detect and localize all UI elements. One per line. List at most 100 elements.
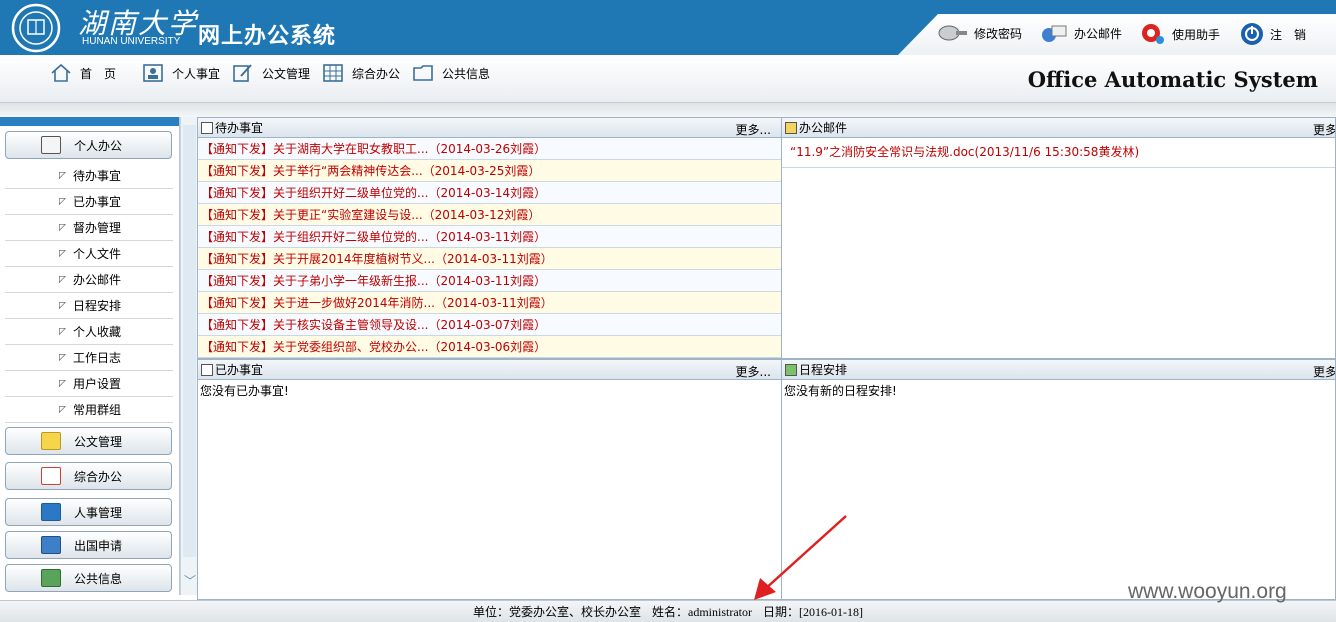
mail-icon	[1042, 25, 1067, 42]
checklist-icon	[41, 467, 61, 485]
university-seal-icon	[11, 3, 61, 53]
todo-row[interactable]: 【通知下发】关于进一步做好2014年消防...（2014-03-11刘霞）	[198, 292, 781, 314]
note-icon	[41, 432, 61, 450]
nav-general[interactable]: 综合办公	[322, 63, 400, 83]
schedule-panel-title: 日程安排	[799, 363, 848, 377]
mail-panel: 办公邮件 更多 “11.9”之消防安全常识与法规.doc(2013/11/6 1…	[781, 117, 1336, 359]
sidebar-group-public-info[interactable]: 公共信息	[5, 564, 172, 592]
grid-icon	[323, 64, 343, 82]
sidebar-group-personal[interactable]: 个人办公	[5, 131, 172, 159]
schedule-panel: 日程安排 更多 您没有新的日程安排!	[781, 359, 1336, 600]
logout-label: 注 销	[1270, 27, 1307, 42]
help-label: 使用助手	[1172, 27, 1221, 42]
bullet-icon: ◸	[59, 170, 66, 181]
sidebar-group-label: 出国申请	[74, 538, 123, 553]
mail-divider	[782, 167, 1335, 168]
sidebar-group-label: 公文管理	[74, 434, 123, 449]
key-icon	[938, 25, 967, 41]
todo-panel-title: 待办事宜	[215, 121, 264, 135]
nav-documents[interactable]: 公文管理	[232, 63, 310, 83]
sidebar-item-label: 督办管理	[73, 221, 122, 235]
nav-personal[interactable]: 个人事宜	[142, 63, 220, 83]
sidebar-item-schedule[interactable]: ◸ 日程安排	[5, 293, 173, 319]
done-panel: 已办事宜 更多... 您没有已办事宜!	[197, 359, 782, 600]
sidebar-item-label: 常用群组	[73, 403, 122, 417]
sidebar-group-abroad[interactable]: 出国申请	[5, 531, 172, 559]
todo-row[interactable]: 【通知下发】关于举行“两会精神传达会...（2014-03-25刘霞）	[198, 160, 781, 182]
nav-general-label: 综合办公	[352, 66, 401, 81]
calendar-icon	[785, 363, 797, 376]
scrollbar-track[interactable]	[183, 125, 196, 557]
nav-documents-label: 公文管理	[262, 66, 311, 81]
bullet-icon: ◸	[59, 352, 66, 363]
bullet-icon: ◸	[59, 274, 66, 285]
power-icon	[1241, 23, 1263, 45]
todo-row[interactable]: 【通知下发】关于开展2014年度植树节义...（2014-03-11刘霞）	[198, 248, 781, 270]
sidebar-item-mail[interactable]: ◸ 办公邮件	[5, 267, 173, 293]
logo-english: HUNAN UNIVERSITY	[82, 36, 181, 47]
sidebar-item-supervise[interactable]: ◸ 督办管理	[5, 215, 173, 241]
top-tools-bar: 修改密码 办公邮件 使用助手 注 销	[898, 14, 1336, 55]
sidebar-group-general[interactable]: 综合办公	[5, 462, 172, 490]
office-mail-link[interactable]: 办公邮件	[1040, 22, 1122, 44]
todo-row[interactable]: 【通知下发】关于子弟小学一年级新生报...（2014-03-11刘霞）	[198, 270, 781, 292]
sidebar-group-hr[interactable]: 人事管理	[5, 498, 172, 526]
mail-row[interactable]: “11.9”之消防安全常识与法规.doc(2013/11/6 15:30:58黄…	[782, 138, 1335, 165]
bullet-icon: ◸	[59, 222, 66, 233]
sidebar-item-favorites[interactable]: ◸ 个人收藏	[5, 319, 173, 345]
mail-panel-header: 办公邮件 更多	[782, 118, 1335, 138]
help-link[interactable]: 使用助手	[1140, 22, 1220, 46]
done-more-link[interactable]: 更多...	[736, 363, 771, 380]
sidebar-item-groups[interactable]: ◸ 常用群组	[5, 397, 173, 423]
sidebar-item-user-settings[interactable]: ◸ 用户设置	[5, 371, 173, 397]
sidebar-scrollbar[interactable]: ﹀	[180, 117, 197, 595]
bullet-icon: ◸	[59, 248, 66, 259]
schedule-empty-message: 您没有新的日程安排!	[784, 384, 897, 398]
sidebar-item-label: 待办事宜	[73, 169, 122, 183]
sidebar-group-label: 公共信息	[74, 571, 123, 586]
mail-icon	[785, 121, 797, 134]
logout-link[interactable]: 注 销	[1240, 22, 1306, 46]
watermark: www.wooyun.org	[1128, 580, 1287, 603]
sidebar-item-label: 工作日志	[73, 351, 122, 365]
todo-row[interactable]: 【通知下发】关于更正“实验室建设与设...（2014-03-12刘霞）	[198, 204, 781, 226]
home-icon	[51, 63, 71, 82]
todo-row[interactable]: 【通知下发】关于党委组织部、党校办公...（2014-03-06刘霞）	[198, 336, 781, 358]
todo-row[interactable]: 【通知下发】关于核实设备主管领导及设...（2014-03-07刘霞）	[198, 314, 781, 336]
nav-public-info[interactable]: 公共信息	[412, 63, 490, 83]
status-name: 姓名：administrator	[652, 605, 752, 619]
todo-panel-header: 待办事宜 更多...	[198, 118, 781, 138]
todo-panel: 待办事宜 更多... 【通知下发】关于湖南大学在职女教职工...（2014-03…	[197, 117, 782, 359]
person-silhouette-icon	[41, 503, 61, 521]
person-icon	[143, 64, 163, 82]
todo-row[interactable]: 【通知下发】关于组织开好二级单位党的...（2014-03-11刘霞）	[198, 226, 781, 248]
todo-more-link[interactable]: 更多...	[736, 121, 771, 138]
info-board-icon	[41, 569, 61, 587]
mail-more-link[interactable]: 更多	[1313, 121, 1335, 138]
done-panel-header: 已办事宜 更多...	[198, 360, 781, 380]
sidebar-top-line	[0, 117, 179, 126]
nav-personal-label: 个人事宜	[172, 66, 221, 81]
top-header: 湖南大学 HUNAN UNIVERSITY 网上办公系统 修改密码 办公邮件 使…	[0, 0, 1336, 55]
sidebar-item-done[interactable]: ◸ 已办事宜	[5, 189, 173, 215]
done-empty-message: 您没有已办事宜!	[200, 384, 289, 398]
sidebar: 个人办公 ◸ 待办事宜 ◸ 已办事宜 ◸ 督办管理 ◸ 个人文件 ◸ 办公邮件 …	[0, 117, 180, 595]
change-password-link[interactable]: 修改密码	[938, 22, 1022, 44]
sidebar-group-documents[interactable]: 公文管理	[5, 427, 172, 455]
office-mail-label: 办公邮件	[1074, 26, 1123, 41]
schedule-more-link[interactable]: 更多	[1313, 363, 1335, 380]
done-panel-title: 已办事宜	[215, 363, 264, 377]
system-title: 网上办公系统	[198, 24, 337, 49]
todo-row[interactable]: 【通知下发】关于组织开好二级单位党的...（2014-03-14刘霞）	[198, 182, 781, 204]
sidebar-item-todo[interactable]: ◸ 待办事宜	[5, 163, 173, 189]
sidebar-item-worklog[interactable]: ◸ 工作日志	[5, 345, 173, 371]
nav-home[interactable]: 首 页	[50, 63, 116, 83]
sidebar-item-label: 个人文件	[73, 247, 122, 261]
bullet-icon: ◸	[59, 196, 66, 207]
bullet-icon: ◸	[59, 378, 66, 389]
chevron-down-icon[interactable]: ﹀	[184, 572, 196, 589]
sidebar-item-files[interactable]: ◸ 个人文件	[5, 241, 173, 267]
nav-public-info-label: 公共信息	[442, 66, 491, 81]
todo-row[interactable]: 【通知下发】关于湖南大学在职女教职工...（2014-03-26刘霞）	[198, 138, 781, 160]
sidebar-group-label: 人事管理	[74, 505, 123, 520]
